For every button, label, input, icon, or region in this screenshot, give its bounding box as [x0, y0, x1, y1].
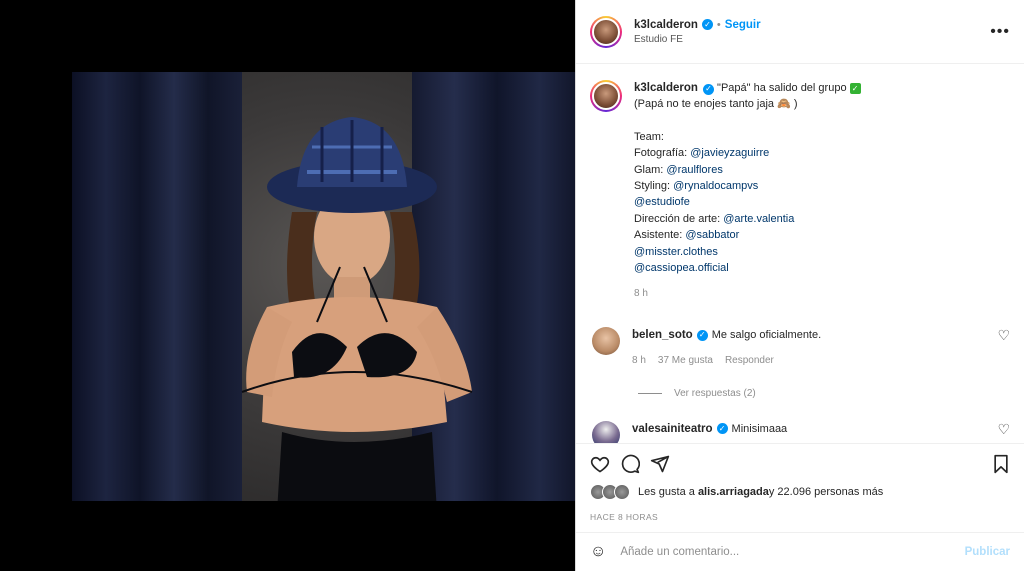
follow-button[interactable]: Seguir — [725, 19, 761, 31]
liker-avatars — [590, 484, 630, 500]
separator-dot: • — [716, 18, 721, 31]
caption-line-2: (Papá no te enojes tanto jaja 🙈 ) — [634, 98, 798, 111]
verified-icon: ✓ — [701, 19, 713, 30]
credit-line: Asistente: @sabbator — [634, 227, 1010, 243]
caption-headline: "Papá" ha salido del grupo — [717, 82, 847, 94]
comment-body: valesainiteatro ✓ Minisimaaa ♡ — [632, 421, 1010, 444]
mention-link[interactable]: @sabbator — [685, 229, 739, 241]
header-text: k3lcalderon ✓ • Seguir Estudio FE — [634, 19, 990, 45]
comment-text: Me salgo oficialmente. — [711, 328, 822, 341]
caption: k3lcalderon ✓ "Papá" ha salido del grupo… — [590, 80, 1010, 303]
emoji-icon[interactable]: ☺ — [590, 543, 606, 561]
credit-line: @estudiofe — [634, 194, 1010, 210]
more-options-icon[interactable]: ••• — [990, 23, 1010, 41]
author-avatar[interactable] — [590, 15, 622, 48]
share-icon[interactable] — [650, 454, 670, 474]
caption-username[interactable]: k3lcalderon — [634, 82, 698, 94]
heart-icon[interactable] — [590, 454, 610, 474]
view-replies[interactable]: Ver respuestas (2) — [638, 388, 1010, 399]
credit-line: Dirección de arte: @arte.valentia — [634, 211, 1010, 227]
comment-item: valesainiteatro ✓ Minisimaaa ♡ — [590, 420, 1010, 444]
likes-user[interactable]: alis.arriagada — [698, 486, 769, 498]
publish-button[interactable]: Publicar — [965, 546, 1010, 558]
comment-icon[interactable] — [620, 454, 640, 474]
mention-link[interactable]: @raulflores — [666, 164, 722, 176]
likes-rest[interactable]: y 22.096 personas más — [769, 486, 883, 498]
comment-body: belen_soto ✓ Me salgo oficialmente. ♡ 8 … — [632, 327, 1010, 370]
check-mark-icon: ✓ — [849, 82, 861, 94]
comment-text: Minisimaaa — [731, 422, 788, 435]
mention-link[interactable]: @javieyzaguirre — [690, 147, 769, 159]
credit-label: Fotografía: — [634, 147, 691, 160]
caption-team-label: Team: — [634, 130, 664, 143]
mention-link[interactable]: @arte.valentia — [723, 213, 794, 225]
post-location[interactable]: Estudio FE — [634, 34, 990, 45]
credit-label: Glam: — [634, 163, 667, 176]
comments-section: k3lcalderon ✓ "Papá" ha salido del grupo… — [576, 64, 1024, 444]
comment-like-heart-icon[interactable]: ♡ — [997, 421, 1010, 437]
header-line: k3lcalderon ✓ • Seguir — [634, 19, 990, 31]
likes-text: Les gusta a — [638, 486, 695, 498]
verified-icon: ✓ — [702, 83, 714, 95]
details-pane: k3lcalderon ✓ • Seguir Estudio FE ••• k3… — [575, 0, 1024, 571]
credit-line: Fotografía: @javieyzaguirre — [634, 145, 1010, 161]
reply-button[interactable]: Responder — [725, 353, 774, 369]
comment-meta: 8 h 37 Me gusta Responder — [632, 353, 1010, 369]
add-comment-bar: ☺ Publicar — [576, 532, 1024, 571]
verified-icon: ✓ — [696, 329, 708, 341]
credit-line: Glam: @raulflores — [634, 162, 1010, 178]
comment-time[interactable]: 8 h — [632, 353, 646, 369]
credit-line: Styling: @rynaldocampvs — [634, 178, 1010, 194]
mention-link[interactable]: @misster.clothes — [634, 246, 718, 258]
liker-avatar — [614, 484, 630, 500]
photo-curtain-left — [72, 72, 242, 501]
credit-label: Styling: — [634, 180, 674, 193]
credit-label: Dirección de arte: — [634, 212, 724, 225]
credit-line: @cassiopea.official — [634, 260, 1010, 276]
author-username[interactable]: k3lcalderon — [634, 19, 698, 31]
caption-body: k3lcalderon ✓ "Papá" ha salido del grupo… — [634, 80, 1010, 303]
photo-subject — [241, 117, 473, 501]
caption-time[interactable]: 8 h — [634, 286, 1010, 302]
comment-likes[interactable]: 37 Me gusta — [658, 353, 713, 369]
comment-item: belen_soto ✓ Me salgo oficialmente. ♡ 8 … — [590, 326, 1010, 370]
credit-line: @misster.clothes — [634, 244, 1010, 260]
post-header: k3lcalderon ✓ • Seguir Estudio FE ••• — [576, 0, 1024, 64]
instagram-post-modal: k3lcalderon ✓ • Seguir Estudio FE ••• k3… — [0, 0, 1024, 571]
comment-line: belen_soto ✓ Me salgo oficialmente. ♡ — [632, 327, 1010, 343]
replies-divider — [638, 392, 662, 394]
caption-line-1: k3lcalderon ✓ "Papá" ha salido del grupo… — [634, 80, 1010, 96]
bookmark-icon[interactable] — [992, 454, 1010, 474]
credit-label: Asistente: — [634, 229, 686, 242]
mention-link[interactable]: @estudiofe — [634, 196, 690, 208]
mention-link[interactable]: @cassiopea.official — [634, 262, 729, 274]
mention-link[interactable]: @rynaldocampvs — [673, 180, 758, 192]
commenter-username[interactable]: belen_soto — [632, 327, 693, 343]
likes-summary: Les gusta a alis.arriagada y 22.096 pers… — [590, 484, 1010, 500]
verified-icon: ✓ — [716, 423, 728, 435]
commenter-username[interactable]: valesainiteatro — [632, 421, 713, 437]
comment-line: valesainiteatro ✓ Minisimaaa ♡ — [632, 421, 1010, 437]
commenter-avatar[interactable] — [592, 326, 620, 355]
comment-input[interactable] — [620, 546, 965, 558]
action-icons — [590, 452, 1010, 476]
media-pane — [0, 0, 575, 571]
commenter-avatar[interactable] — [592, 420, 620, 444]
view-replies-label[interactable]: Ver respuestas (2) — [674, 388, 756, 399]
action-bar: Les gusta a alis.arriagada y 22.096 pers… — [576, 443, 1024, 522]
post-time-ago[interactable]: HACE 8 HORAS — [590, 512, 1010, 522]
caption-avatar[interactable] — [590, 80, 622, 112]
comment-like-heart-icon[interactable]: ♡ — [997, 327, 1010, 343]
post-photo[interactable] — [72, 72, 575, 501]
